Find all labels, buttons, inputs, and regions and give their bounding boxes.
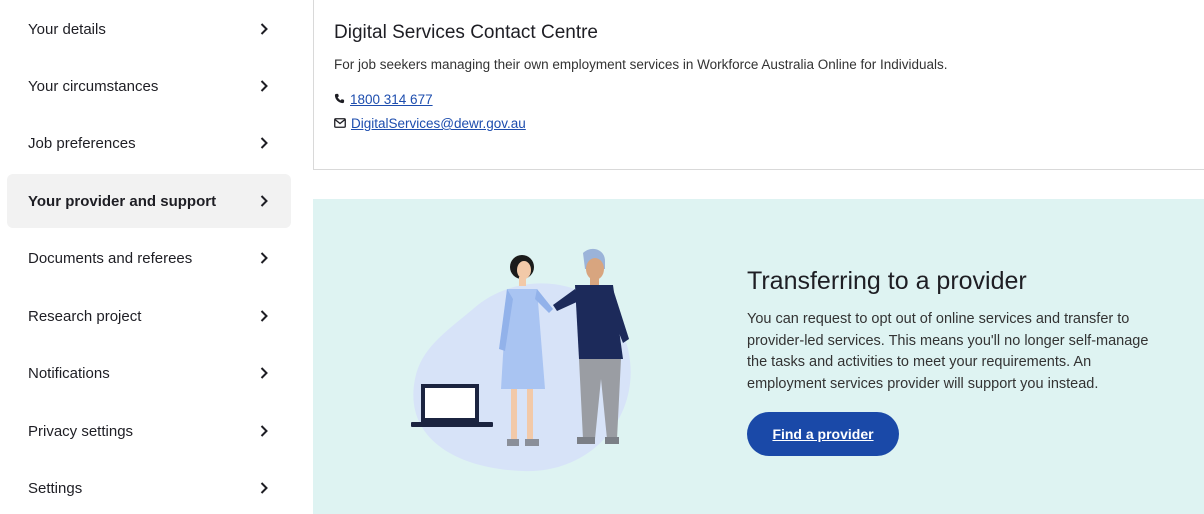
find-provider-button[interactable]: Find a provider [747,412,899,456]
sidebar-item-label: Documents and referees [28,249,193,267]
phone-icon [334,92,345,107]
email-link[interactable]: DigitalServices@dewr.gov.au [351,116,526,131]
sidebar-item-settings[interactable]: Settings [7,461,291,514]
sidebar-item-label: Job preferences [28,134,136,152]
chevron-right-icon [259,309,269,323]
phone-line: 1800 314 677 [334,92,433,107]
email-line: DigitalServices@dewr.gov.au [334,116,526,131]
sidebar-item-label: Notifications [28,364,110,382]
sidebar-item-job-preferences[interactable]: Job preferences [7,116,291,170]
sidebar-item-label: Research project [28,307,142,325]
mail-icon [334,116,346,131]
chevron-right-icon [259,251,269,265]
sidebar-item-label: Settings [28,479,83,497]
sidebar-item-your-details[interactable]: Your details [7,2,291,56]
chevron-right-icon [259,22,269,36]
chevron-right-icon [259,194,269,208]
chevron-right-icon [259,366,269,380]
chevron-right-icon [259,424,269,438]
chevron-right-icon [259,136,269,150]
sidebar-item-notifications[interactable]: Notifications [7,346,291,400]
sidebar-item-documents-and-referees[interactable]: Documents and referees [7,231,291,285]
phone-link[interactable]: 1800 314 677 [350,92,433,107]
sidebar-nav: Your details Your circumstances Job pref… [0,0,298,514]
sidebar-item-label: Your details [28,20,106,38]
sidebar-item-research-project[interactable]: Research project [7,289,291,343]
chevron-right-icon [259,79,269,93]
sidebar-item-label: Your provider and support [28,192,217,210]
banner-title: Transferring to a provider [747,267,1027,295]
sidebar-item-your-provider-and-support[interactable]: Your provider and support [7,174,291,228]
contact-title: Digital Services Contact Centre [334,22,598,43]
transfer-banner: Transferring to a provider You can reque… [313,199,1204,514]
contact-card: Digital Services Contact Centre For job … [313,0,1204,170]
sidebar-item-your-circumstances[interactable]: Your circumstances [7,59,291,113]
sidebar-item-label: Your circumstances [28,77,159,95]
people-illustration [411,248,631,472]
contact-subtitle: For job seekers managing their own emplo… [334,57,948,72]
sidebar-item-privacy-settings[interactable]: Privacy settings [7,404,291,458]
banner-body: You can request to opt out of online ser… [747,311,1149,392]
sidebar-item-label: Privacy settings [28,422,134,440]
chevron-right-icon [259,481,269,495]
